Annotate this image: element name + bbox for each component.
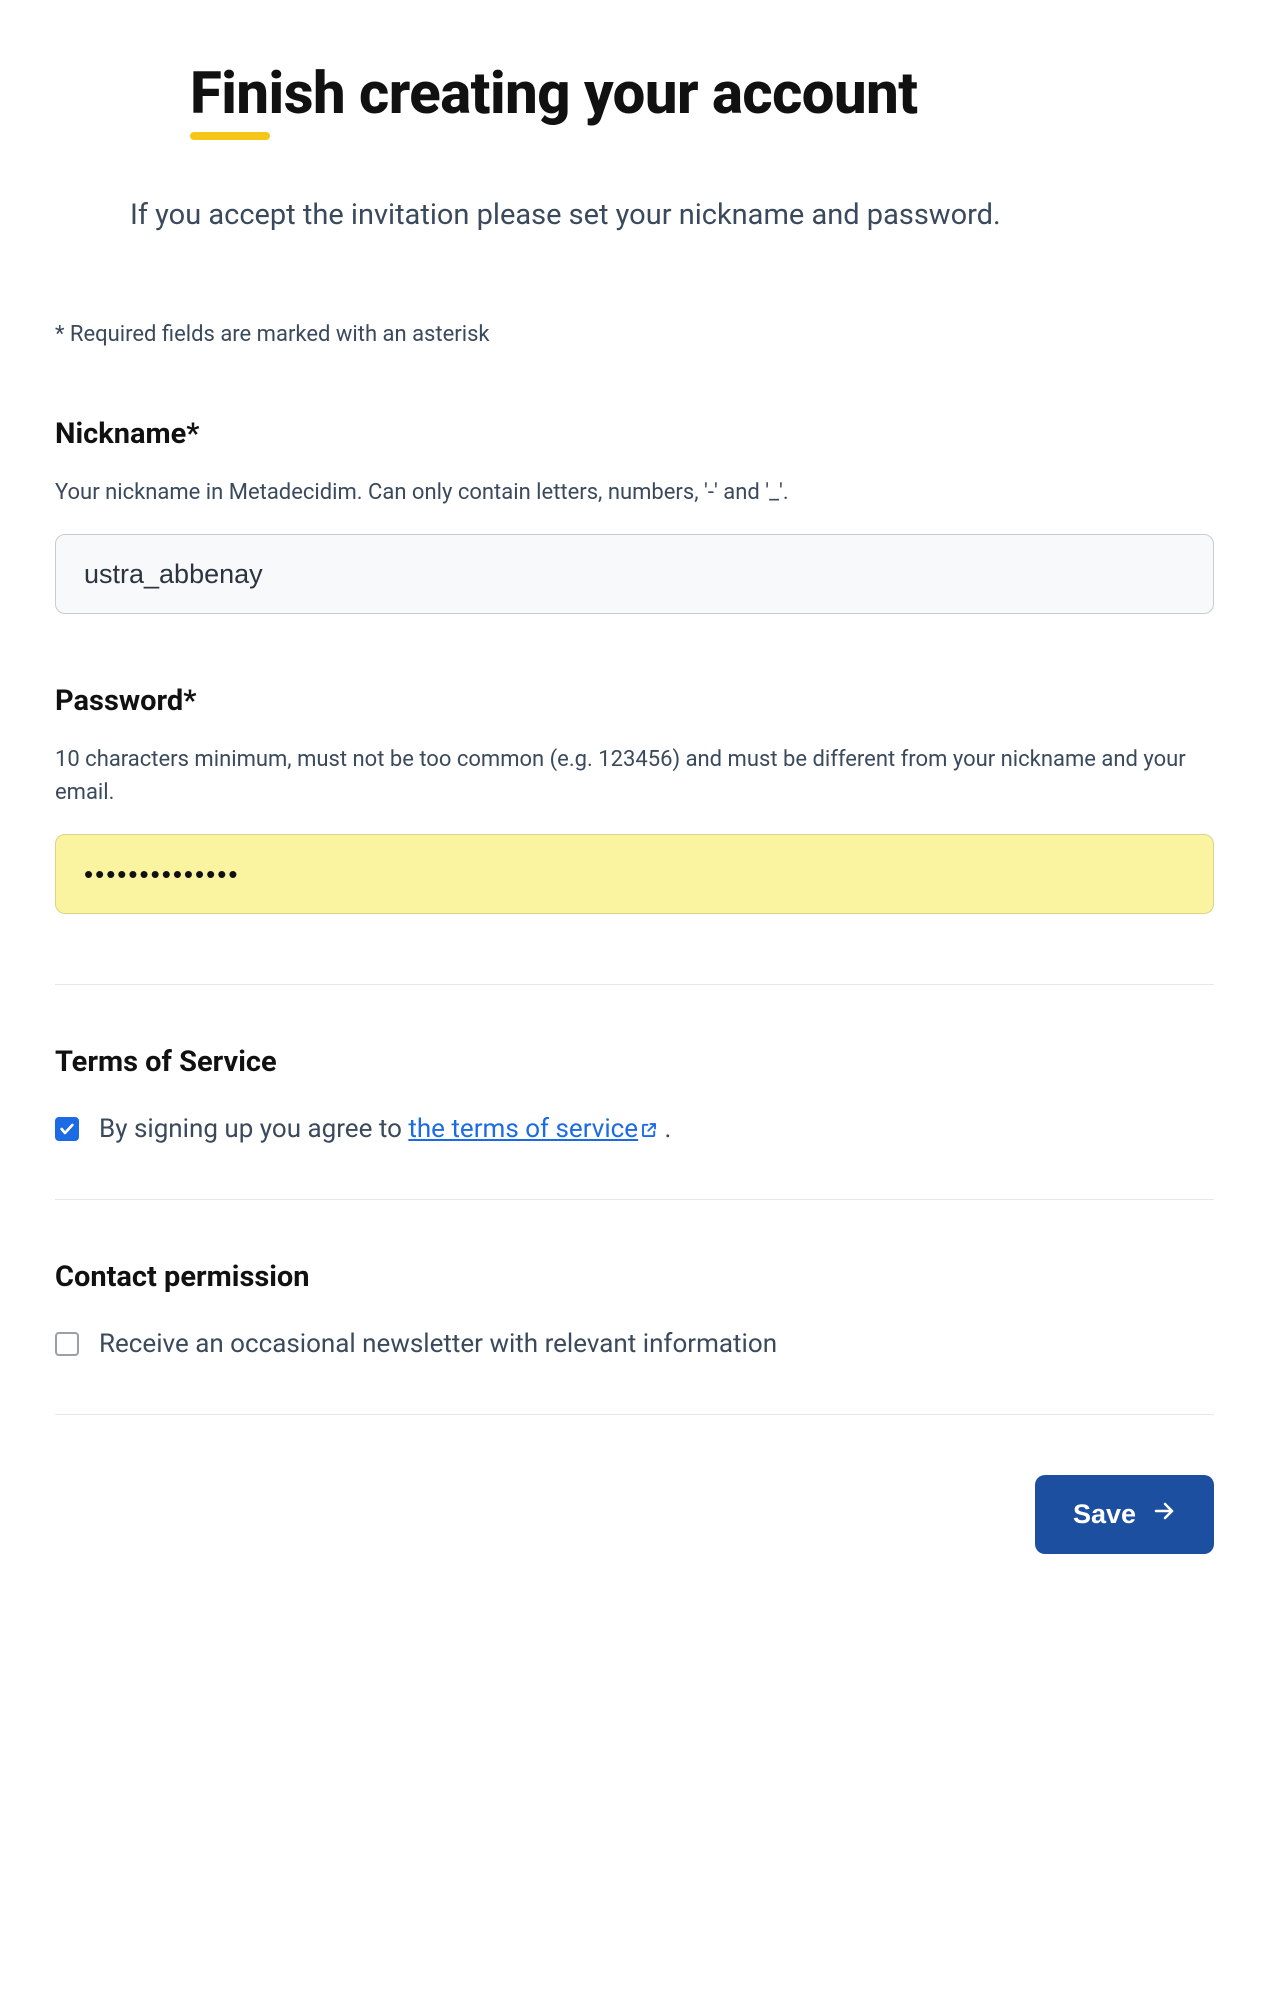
password-help: 10 characters minimum, must not be too c… bbox=[55, 743, 1214, 809]
toggle-password-visibility-button[interactable] bbox=[1168, 860, 1196, 888]
tos-heading: Terms of Service bbox=[55, 1045, 1214, 1079]
tos-prefix: By signing up you agree to bbox=[99, 1114, 408, 1144]
title-underline bbox=[190, 132, 270, 140]
save-button-label: Save bbox=[1073, 1499, 1136, 1530]
required-note: * Required fields are marked with an ast… bbox=[55, 322, 1214, 347]
password-input[interactable] bbox=[55, 834, 1214, 914]
separator bbox=[55, 984, 1214, 985]
tos-suffix: . bbox=[658, 1114, 671, 1144]
newsletter-checkbox[interactable] bbox=[55, 1332, 79, 1356]
nickname-input[interactable] bbox=[55, 534, 1214, 614]
page-title: Finish creating your account bbox=[190, 60, 1214, 128]
newsletter-label: Receive an occasional newsletter with re… bbox=[99, 1329, 777, 1359]
nickname-help: Your nickname in Metadecidim. Can only c… bbox=[55, 476, 1214, 509]
external-link-icon bbox=[640, 1121, 658, 1139]
tos-section: Terms of Service By signing up you agree… bbox=[55, 1045, 1214, 1144]
separator bbox=[55, 1199, 1214, 1200]
contact-heading: Contact permission bbox=[55, 1260, 1214, 1294]
tos-label: By signing up you agree to the terms of … bbox=[99, 1114, 671, 1144]
nickname-label: Nickname* bbox=[55, 417, 1214, 451]
password-field: Password* 10 characters minimum, must no… bbox=[55, 684, 1214, 914]
tos-link-text: the terms of service bbox=[408, 1114, 638, 1144]
nickname-field: Nickname* Your nickname in Metadecidim. … bbox=[55, 417, 1214, 614]
separator bbox=[55, 1414, 1214, 1415]
save-button[interactable]: Save bbox=[1035, 1475, 1214, 1554]
tos-checkbox[interactable] bbox=[55, 1117, 79, 1141]
intro-text: If you accept the invitation please set … bbox=[130, 198, 1214, 232]
contact-section: Contact permission Receive an occasional… bbox=[55, 1260, 1214, 1359]
arrow-right-icon bbox=[1152, 1499, 1176, 1530]
password-label: Password* bbox=[55, 684, 1214, 718]
tos-link[interactable]: the terms of service bbox=[408, 1114, 658, 1144]
